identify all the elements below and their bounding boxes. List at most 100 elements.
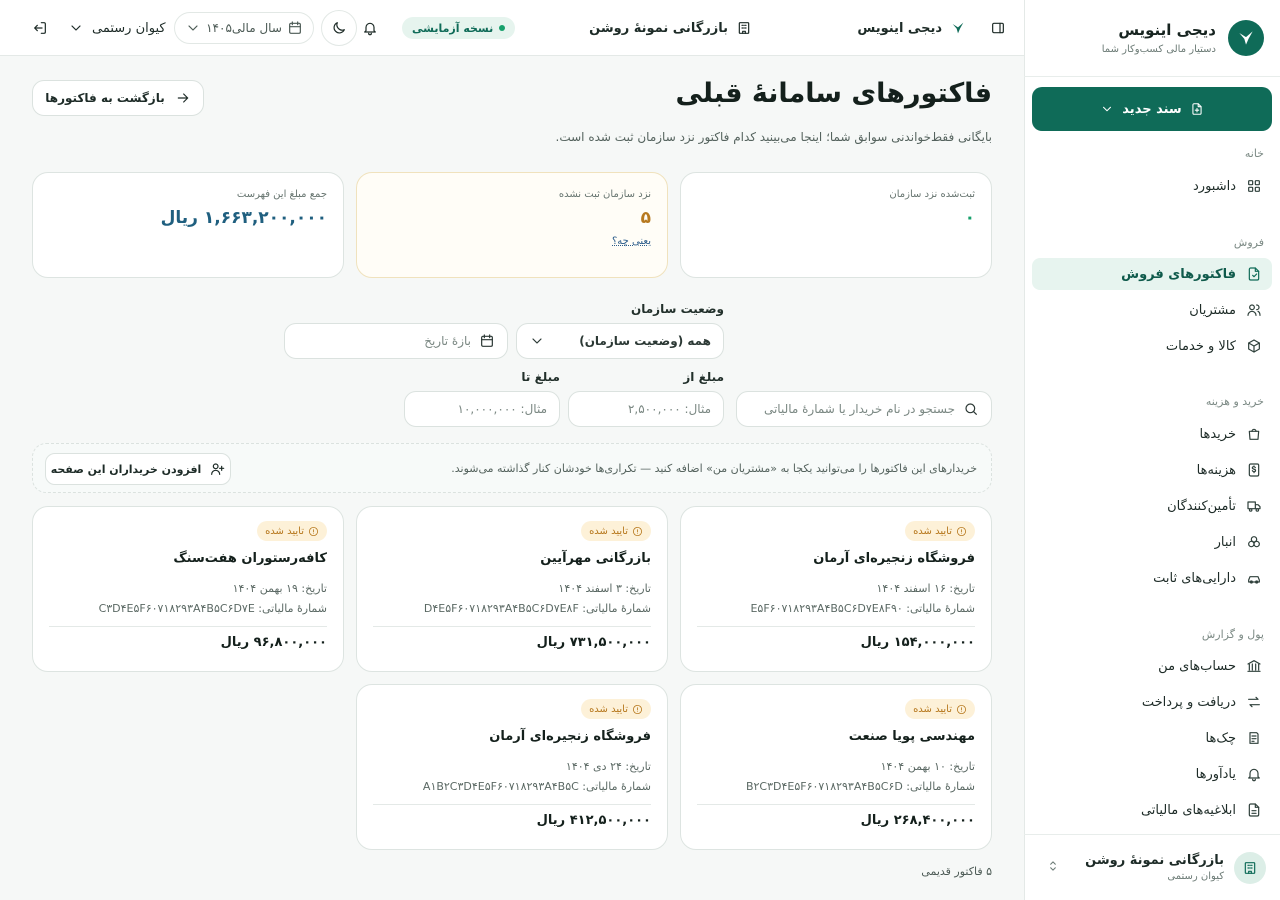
- sidebar-toggle-icon: [990, 20, 1006, 36]
- invoice-card[interactable]: تایید شده کافه‌رستوران هفت‌سنگ تاریخ: ۱۹…: [32, 506, 344, 672]
- info-circle-icon: [632, 704, 643, 715]
- buyer-name: فروشگاه زنجیره‌ای آرمان: [813, 551, 975, 566]
- invoice-amount: ۷۳۱,۵۰۰,۰۰۰ ریال: [536, 635, 651, 650]
- tax-id: شمارهٔ مالیاتی: B۲C۳D۴E۵F۶۰۷۱۸۲۹۳A۴B۵C۶D: [745, 780, 975, 793]
- buyer-name: بازرگانی مهرآیین: [540, 551, 651, 566]
- bank-icon: [1246, 658, 1262, 674]
- invoice-card[interactable]: تایید شده فروشگاه زنجیره‌ای آرمان تاریخ:…: [680, 506, 992, 672]
- moon-icon: [331, 20, 347, 36]
- divider: [49, 626, 327, 627]
- truck-icon: [1246, 498, 1262, 514]
- sidebar-divider: [1024, 76, 1280, 77]
- sidebar-item-dashboard[interactable]: داشبورد: [1032, 170, 1272, 202]
- status-label: تایید شده: [265, 525, 304, 537]
- status-label: تایید شده: [589, 703, 628, 715]
- sidebar-item-label: ابلاغیه‌های مالیاتی: [1140, 802, 1236, 818]
- sidebar-item-expenses[interactable]: هزینه‌ها: [1032, 454, 1272, 486]
- file-plus-icon: [1190, 102, 1204, 116]
- search-input[interactable]: [749, 402, 955, 416]
- fiscal-year-label: سال مالی۱۴۰۵: [206, 21, 282, 35]
- stat-value: ۵: [640, 208, 651, 228]
- status-filter-select[interactable]: همه (وضعیت سازمان): [516, 323, 724, 359]
- user-plus-icon: [209, 461, 225, 477]
- status-dot: [499, 25, 506, 31]
- invoice-date: تاریخ: ۲۴ دی ۱۴۰۴: [565, 760, 651, 773]
- nav-section-sales: فروش: [1233, 236, 1264, 249]
- sidebar-item-label: فاکتورهای فروش: [1121, 266, 1236, 282]
- new-document-button[interactable]: سند جدید: [1032, 87, 1272, 131]
- nav-section-home: خانه: [1244, 147, 1264, 160]
- building-icon: [1234, 852, 1266, 884]
- invoice-amount: ۱۵۴,۰۰۰,۰۰۰ ریال: [860, 635, 975, 650]
- notifications-button[interactable]: [362, 0, 378, 56]
- chevron-down-icon: [529, 333, 545, 349]
- invoice-date: تاریخ: ۱۶ اسفند ۱۴۰۴: [876, 582, 976, 595]
- user-menu[interactable]: کیوان رستمی: [68, 12, 166, 44]
- sidebar-item-customers[interactable]: مشتریان: [1032, 294, 1272, 326]
- sidebar-item-label: خریدها: [1199, 426, 1236, 442]
- invoice-card[interactable]: تایید شده فروشگاه زنجیره‌ای آرمان تاریخ:…: [356, 684, 668, 850]
- car-icon: [1246, 570, 1262, 586]
- sidebar-item-label: یادآورها: [1195, 766, 1236, 782]
- sidebar-item-suppliers[interactable]: تأمین‌کنندگان: [1032, 490, 1272, 522]
- sidebar-item-sales-invoices[interactable]: فاکتورهای فروش: [1032, 258, 1272, 290]
- sidebar-item-purchases[interactable]: خریدها: [1032, 418, 1272, 450]
- logout-icon: [32, 20, 48, 36]
- add-buyers-button[interactable]: افزودن خریداران این صفحه: [45, 453, 231, 485]
- page-title: فاکتورهای سامانهٔ قبلی: [675, 78, 992, 109]
- sidebar-item-reminders[interactable]: یادآورها: [1032, 758, 1272, 790]
- amount-to-input[interactable]: [417, 402, 547, 416]
- trial-label: نسخه آزمایشی: [412, 21, 494, 35]
- company-name: بازرگانی نمونهٔ روشن: [589, 0, 752, 56]
- what-does-it-mean-link[interactable]: یعنی چه؟: [612, 236, 651, 247]
- fiscal-year-select[interactable]: سال مالی۱۴۰۵: [174, 12, 314, 44]
- sidebar-item-fixed-assets[interactable]: دارایی‌های ثابت: [1032, 562, 1272, 594]
- stat-registered: ثبت‌شده نزد سازمان ۰: [680, 172, 992, 278]
- amount-from-input[interactable]: [581, 402, 711, 416]
- status-label: تایید شده: [589, 525, 628, 537]
- bell-icon: [1246, 766, 1262, 782]
- sidebar-item-tax-notices[interactable]: ابلاغیه‌های مالیاتی: [1032, 794, 1272, 826]
- sidebar-item-label: دریافت و پرداخت: [1141, 694, 1236, 710]
- tax-id: شمارهٔ مالیاتی: E۵F۶۰۷۱۸۲۹۳A۴B۵C۶D۷E۸F۹۰: [750, 602, 975, 615]
- divider: [373, 804, 651, 805]
- date-range-field[interactable]: [284, 323, 508, 359]
- status-badge: تایید شده: [581, 699, 651, 719]
- org-switcher[interactable]: بازرگانی نمونهٔ روشن کیوان رستمی: [1024, 834, 1280, 900]
- date-range-input[interactable]: [297, 334, 471, 348]
- invoice-card[interactable]: تایید شده مهندسی پویا صنعت تاریخ: ۱۰ بهم…: [680, 684, 992, 850]
- back-to-invoices-button[interactable]: بازگشت به فاکتورها: [32, 80, 204, 116]
- amount-from-field[interactable]: [568, 391, 724, 427]
- sidebar-item-label: انبار: [1214, 534, 1236, 550]
- sidebar-item-label: داشبورد: [1193, 178, 1236, 194]
- arrows-exchange-icon: [1246, 694, 1262, 710]
- sidebar-item-label: هزینه‌ها: [1196, 462, 1236, 478]
- stat-unregistered: نزد سازمان ثبت نشده ۵ یعنی چه؟: [356, 172, 668, 278]
- arrow-right-icon: [175, 90, 191, 106]
- chevron-down-icon: [1100, 102, 1114, 116]
- stat-total: جمع مبلغ این فهرست ۱,۶۶۳,۲۰۰,۰۰۰ ریال: [32, 172, 344, 278]
- search-icon: [963, 401, 979, 417]
- amount-to-field[interactable]: [404, 391, 560, 427]
- cheque-icon: [1246, 730, 1262, 746]
- boxes-icon: [1246, 534, 1262, 550]
- status-filter-label: وضعیت سازمان: [631, 302, 724, 316]
- sidebar-toggle-button[interactable]: [990, 0, 1006, 56]
- nav-section-purchase: خرید و هزینه: [1205, 395, 1264, 408]
- sidebar-item-goods[interactable]: کالا و خدمات: [1032, 330, 1272, 362]
- chevron-updown-icon[interactable]: [1046, 859, 1060, 873]
- logout-button[interactable]: [32, 0, 48, 56]
- sidebar: دیجی اینویس دستیار مالی کسب‌وکار شما سند…: [1024, 0, 1280, 900]
- back-label: بازگشت به فاکتورها: [45, 91, 165, 105]
- search-field[interactable]: [736, 391, 992, 427]
- invoice-card[interactable]: تایید شده بازرگانی مهرآیین تاریخ: ۳ اسفن…: [356, 506, 668, 672]
- sidebar-item-receive-pay[interactable]: دریافت و پرداخت: [1032, 686, 1272, 718]
- sidebar-item-cheques[interactable]: چک‌ها: [1032, 722, 1272, 754]
- sidebar-item-label: مشتریان: [1189, 302, 1236, 318]
- add-buyers-banner: خریدارهای این فاکتورها را می‌توانید یکجا…: [32, 443, 992, 493]
- theme-toggle-button[interactable]: [321, 10, 357, 46]
- status-badge: تایید شده: [581, 521, 651, 541]
- invoice-icon: [1246, 266, 1262, 282]
- sidebar-item-accounts[interactable]: حساب‌های من: [1032, 650, 1272, 682]
- sidebar-item-warehouse[interactable]: انبار: [1032, 526, 1272, 558]
